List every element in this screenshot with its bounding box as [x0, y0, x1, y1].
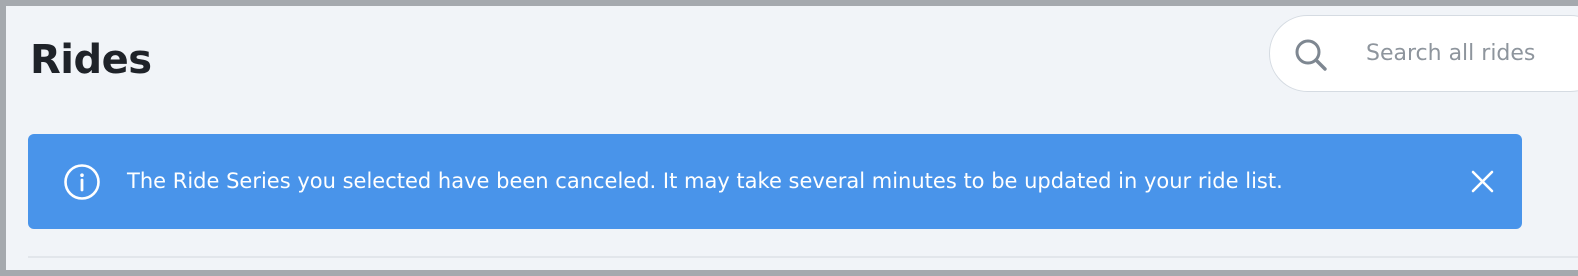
search-icon: [1295, 39, 1327, 71]
rides-page: Rides The Ride Series you selected have …: [6, 6, 1578, 270]
alert-message: The Ride Series you selected have been c…: [127, 169, 1283, 193]
close-icon[interactable]: [1470, 169, 1495, 194]
divider: [28, 256, 1578, 258]
page-title: Rides: [30, 37, 152, 83]
info-icon: [64, 164, 100, 200]
search-box[interactable]: [1269, 15, 1578, 92]
cancellation-alert: The Ride Series you selected have been c…: [28, 134, 1522, 229]
search-input[interactable]: [1366, 16, 1578, 91]
